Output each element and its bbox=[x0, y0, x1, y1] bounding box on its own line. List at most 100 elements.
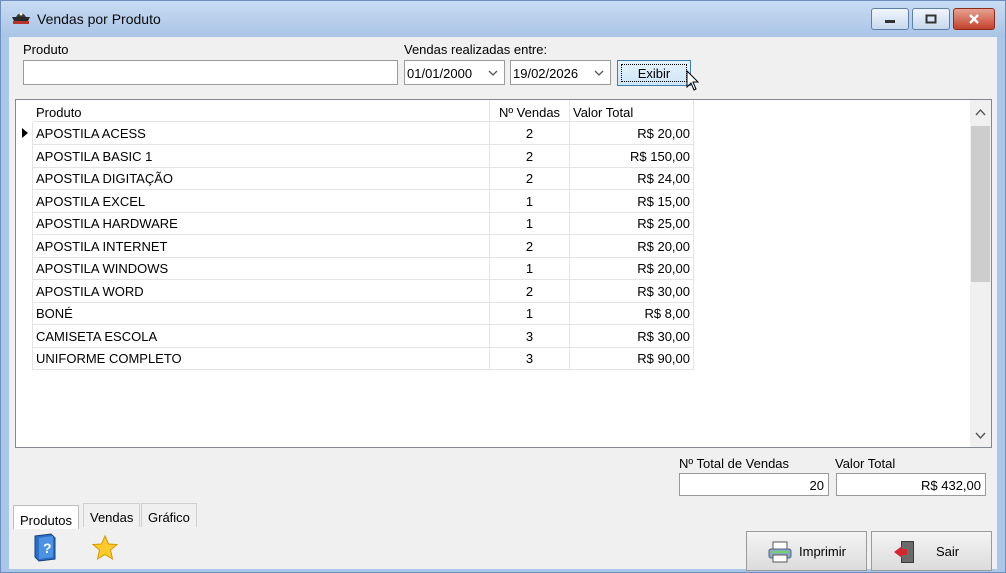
table-row[interactable]: APOSTILA HARDWARE 1 R$ 25,00 bbox=[16, 212, 694, 235]
row-selector[interactable] bbox=[16, 167, 33, 190]
table-row[interactable]: APOSTILA INTERNET 2 R$ 20,00 bbox=[16, 235, 694, 258]
table-row[interactable]: APOSTILA DIGITAÇÃO 2 R$ 24,00 bbox=[16, 167, 694, 190]
scroll-up-icon[interactable] bbox=[970, 103, 991, 123]
cell-valor: R$ 150,00 bbox=[570, 145, 694, 168]
row-selector[interactable] bbox=[16, 212, 33, 235]
close-window-button[interactable] bbox=[953, 8, 995, 30]
table-row[interactable]: APOSTILA ACESS 2 R$ 20,00 bbox=[16, 122, 694, 145]
row-selector[interactable] bbox=[16, 325, 33, 348]
main-window: Vendas por Produto Produto Vendas realiz… bbox=[0, 0, 1006, 573]
cell-vendas: 2 bbox=[490, 280, 570, 303]
current-row-icon bbox=[22, 128, 28, 138]
vertical-scrollbar[interactable] bbox=[970, 100, 991, 447]
scroll-down-icon[interactable] bbox=[970, 425, 991, 445]
mouse-cursor-icon bbox=[686, 70, 700, 91]
column-header-vendas[interactable]: Nº Vendas bbox=[490, 100, 570, 122]
cell-valor: R$ 30,00 bbox=[570, 325, 694, 348]
chevron-down-icon bbox=[488, 70, 498, 76]
row-selector[interactable] bbox=[16, 257, 33, 280]
cell-vendas: 1 bbox=[490, 190, 570, 213]
cell-vendas: 1 bbox=[490, 302, 570, 325]
row-selector[interactable] bbox=[16, 122, 33, 145]
data-inicio-value: 01/01/2000 bbox=[407, 66, 473, 81]
pirate-hat-icon bbox=[12, 12, 30, 24]
title-bar[interactable]: Vendas por Produto bbox=[1, 1, 1005, 37]
periodo-label: Vendas realizadas entre: bbox=[404, 42, 548, 57]
cell-vendas: 1 bbox=[490, 257, 570, 280]
cell-produto: APOSTILA INTERNET bbox=[33, 235, 490, 258]
focus-rect bbox=[621, 64, 687, 82]
cell-produto: BONÉ bbox=[33, 302, 490, 325]
row-selector[interactable] bbox=[16, 190, 33, 213]
cell-vendas: 3 bbox=[490, 347, 570, 370]
maximize-icon bbox=[925, 14, 937, 24]
cell-vendas: 1 bbox=[490, 212, 570, 235]
cell-valor: R$ 20,00 bbox=[570, 257, 694, 280]
maximize-button[interactable] bbox=[912, 8, 950, 30]
produto-input[interactable] bbox=[23, 60, 398, 85]
cell-produto: APOSTILA DIGITAÇÃO bbox=[33, 167, 490, 190]
cell-valor: R$ 90,00 bbox=[570, 347, 694, 370]
data-fim-value: 19/02/2026 bbox=[513, 66, 579, 81]
minimize-icon bbox=[885, 20, 895, 23]
sair-button[interactable]: Sair bbox=[871, 531, 992, 571]
cell-produto: APOSTILA WINDOWS bbox=[33, 257, 490, 280]
table-row[interactable]: APOSTILA WINDOWS 1 R$ 20,00 bbox=[16, 257, 694, 280]
valor-total-label: Valor Total bbox=[835, 456, 896, 471]
data-fim-picker[interactable]: 19/02/2026 bbox=[510, 60, 611, 85]
scrollbar-thumb[interactable] bbox=[971, 126, 990, 282]
cell-vendas: 2 bbox=[490, 145, 570, 168]
cell-valor: R$ 15,00 bbox=[570, 190, 694, 213]
imprimir-button[interactable]: Imprimir bbox=[746, 531, 867, 571]
table-row[interactable]: UNIFORME COMPLETO 3 R$ 90,00 bbox=[16, 347, 694, 370]
star-icon[interactable] bbox=[91, 534, 119, 562]
window-title: Vendas por Produto bbox=[37, 11, 161, 27]
cell-produto: CAMISETA ESCOLA bbox=[33, 325, 490, 348]
chevron-down-icon bbox=[594, 70, 604, 76]
table-row[interactable]: BONÉ 1 R$ 8,00 bbox=[16, 302, 694, 325]
row-selector[interactable] bbox=[16, 235, 33, 258]
cell-vendas: 2 bbox=[490, 167, 570, 190]
cell-produto: APOSTILA BASIC 1 bbox=[33, 145, 490, 168]
tab-grafico[interactable]: Gráfico bbox=[141, 503, 197, 527]
table-row[interactable]: CAMISETA ESCOLA 3 R$ 30,00 bbox=[16, 325, 694, 348]
table-row[interactable]: APOSTILA BASIC 1 2 R$ 150,00 bbox=[16, 145, 694, 168]
cell-produto: UNIFORME COMPLETO bbox=[33, 347, 490, 370]
exibir-button[interactable]: Exibir bbox=[617, 60, 691, 86]
printer-icon bbox=[768, 541, 792, 563]
total-vendas-label: Nº Total de Vendas bbox=[679, 456, 790, 471]
exit-door-icon bbox=[894, 541, 914, 563]
column-header-produto[interactable]: Produto bbox=[33, 100, 490, 122]
produto-label: Produto bbox=[23, 42, 69, 57]
cell-valor: R$ 8,00 bbox=[570, 302, 694, 325]
row-selector[interactable] bbox=[16, 145, 33, 168]
cell-produto: APOSTILA ACESS bbox=[33, 122, 490, 145]
cell-produto: APOSTILA WORD bbox=[33, 280, 490, 303]
total-vendas-field: 20 bbox=[679, 473, 829, 496]
cell-produto: APOSTILA HARDWARE bbox=[33, 212, 490, 235]
sair-label: Sair bbox=[936, 544, 960, 559]
help-book-icon[interactable]: ? bbox=[31, 533, 59, 563]
row-selector[interactable] bbox=[16, 347, 33, 370]
column-header-valor[interactable]: Valor Total bbox=[570, 100, 694, 122]
table-row[interactable]: APOSTILA WORD 2 R$ 30,00 bbox=[16, 280, 694, 303]
cell-valor: R$ 20,00 bbox=[570, 122, 694, 145]
cell-vendas: 2 bbox=[490, 235, 570, 258]
table-row[interactable]: APOSTILA EXCEL 1 R$ 15,00 bbox=[16, 190, 694, 213]
row-selector[interactable] bbox=[16, 280, 33, 303]
tab-vendas[interactable]: Vendas bbox=[83, 503, 141, 527]
close-icon bbox=[969, 14, 979, 24]
cell-valor: R$ 24,00 bbox=[570, 167, 694, 190]
products-grid[interactable]: Produto Nº Vendas Valor Total APOSTILA A… bbox=[15, 99, 992, 448]
minimize-button[interactable] bbox=[871, 8, 909, 30]
cell-produto: APOSTILA EXCEL bbox=[33, 190, 490, 213]
tab-produtos[interactable]: Produtos bbox=[13, 505, 80, 529]
cell-valor: R$ 20,00 bbox=[570, 235, 694, 258]
data-inicio-picker[interactable]: 01/01/2000 bbox=[404, 60, 505, 85]
row-selector[interactable] bbox=[16, 302, 33, 325]
imprimir-label: Imprimir bbox=[799, 544, 846, 559]
cell-valor: R$ 30,00 bbox=[570, 280, 694, 303]
cell-vendas: 3 bbox=[490, 325, 570, 348]
cell-vendas: 2 bbox=[490, 122, 570, 145]
cell-valor: R$ 25,00 bbox=[570, 212, 694, 235]
